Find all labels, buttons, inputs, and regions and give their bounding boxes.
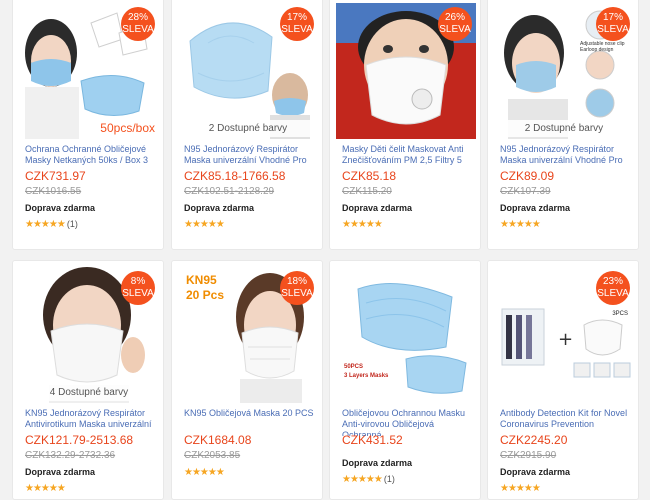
- rating-stars: ★★★★★: [184, 219, 225, 230]
- product-card[interactable]: 26% SLEVA Masky Děti čelit Maskovat Anti …: [329, 0, 481, 250]
- product-title-link[interactable]: Antibody Detection Kit for Novel Coronav…: [500, 408, 632, 436]
- mask-photo: [336, 267, 476, 403]
- discount-badge: 26% SLEVA: [438, 7, 472, 41]
- feature-caption: Adjustable nose clip Earloop design: [580, 41, 625, 53]
- product-grid: 50pcs/box 28% SLEVA Ochrana Ochranné Obli…: [0, 0, 650, 500]
- discount-badge: 17% SLEVA: [280, 7, 314, 41]
- free-shipping-label: Doprava zdarma: [500, 467, 571, 477]
- product-price: CZK2245.20: [500, 433, 568, 447]
- free-shipping-label: Doprava zdarma: [25, 203, 96, 213]
- rating-stars: ★★★★★: [342, 219, 383, 230]
- rating-stars: ★★★★★: [500, 219, 541, 230]
- variants-label: 4 Dostupné barvy: [27, 384, 151, 401]
- product-price: CZK89.09: [500, 169, 555, 183]
- image-caption: 50pcs/box: [100, 121, 155, 135]
- original-price: CZK115.20: [342, 186, 392, 197]
- product-card[interactable]: 4 Dostupné barvy 8% SLEVA KN95 Jednorázov…: [12, 260, 164, 500]
- discount-badge: 28% SLEVA: [121, 7, 155, 41]
- free-shipping-label: Doprava zdarma: [25, 467, 96, 477]
- product-image[interactable]: Adjustable nose clip Earloop design 2 Dos…: [494, 3, 634, 139]
- original-price: CZK132.29-2732.36: [25, 450, 116, 461]
- original-price: CZK2053.85: [184, 450, 241, 461]
- discount-badge: 8% SLEVA: [121, 271, 155, 305]
- original-price: CZK102.51-2128.29: [184, 186, 275, 197]
- product-image[interactable]: + 3PCS 23% SLEVA: [494, 267, 634, 403]
- variants-label: 2 Dostupné barvy: [502, 120, 626, 137]
- review-count: (1): [66, 219, 78, 229]
- free-shipping-label: Doprava zdarma: [500, 203, 571, 213]
- rating-stars: ★★★★★: [25, 483, 66, 494]
- rating-stars: ★★★★★: [500, 483, 541, 494]
- image-caption: KN95 20 Pcs: [186, 273, 225, 302]
- rating-stars: ★★★★★: [184, 467, 225, 478]
- image-caption: 3PCS: [612, 311, 628, 317]
- free-shipping-label: Doprava zdarma: [342, 458, 413, 468]
- original-price: CZK107.39: [500, 186, 551, 197]
- svg-text:+: +: [558, 329, 573, 350]
- product-title-link[interactable]: N95 Jednorázový Respirátor Maska univerz…: [500, 144, 632, 172]
- product-image[interactable]: KN95 20 Pcs 18% SLEVA: [178, 267, 318, 403]
- rating-stars: ★★★★★ (1): [342, 474, 395, 485]
- product-card[interactable]: 50PCS 3 Layers Masks Obličejovou Ochranno…: [329, 260, 481, 500]
- discount-badge: 23% SLEVA: [596, 271, 630, 305]
- review-count: (1): [383, 474, 395, 484]
- original-price: CZK2915.90: [500, 450, 557, 461]
- product-price: CZK431.52: [342, 433, 403, 447]
- product-image[interactable]: 4 Dostupné barvy 8% SLEVA: [19, 267, 159, 403]
- product-card[interactable]: 2 Dostupné barvy 17% SLEVA N95 Jednorázov…: [171, 0, 323, 250]
- product-title-link[interactable]: Ochrana Ochranné Obličejové Masky Netkan…: [25, 144, 157, 172]
- free-shipping-label: Doprava zdarma: [342, 203, 413, 213]
- product-title-link[interactable]: KN95 Jednorázový Respirátor Antivirotiku…: [25, 408, 157, 436]
- product-card[interactable]: KN95 20 Pcs 18% SLEVA KN95 Obličejová Mask…: [171, 260, 323, 500]
- original-price: CZK1016.55: [25, 186, 82, 197]
- product-image[interactable]: 2 Dostupné barvy 17% SLEVA: [178, 3, 318, 139]
- product-image[interactable]: 50PCS 3 Layers Masks: [336, 267, 476, 403]
- product-price: CZK731.97: [25, 169, 86, 183]
- product-title-link[interactable]: KN95 Obličejová Maska 20 PCS: [184, 408, 316, 436]
- product-price: CZK85.18: [342, 169, 397, 183]
- product-image[interactable]: 50pcs/box 28% SLEVA: [19, 3, 159, 139]
- product-price: CZK121.79-2513.68: [25, 433, 134, 447]
- free-shipping-label: Doprava zdarma: [184, 203, 255, 213]
- rating-stars: ★★★★★ (1): [25, 219, 78, 230]
- product-title-link[interactable]: Obličejovou Ochrannou Masku Anti-virovou…: [342, 408, 474, 436]
- product-card[interactable]: Adjustable nose clip Earloop design 2 Dos…: [487, 0, 639, 250]
- discount-badge: 17% SLEVA: [596, 7, 630, 41]
- discount-badge: 18% SLEVA: [280, 271, 314, 305]
- product-price: CZK85.18-1766.58: [184, 169, 286, 183]
- product-image[interactable]: 26% SLEVA: [336, 3, 476, 139]
- product-title-link[interactable]: Masky Děti čelit Maskovat Anti Znečišťov…: [342, 144, 474, 172]
- product-price: CZK1684.08: [184, 433, 252, 447]
- variants-label: 2 Dostupné barvy: [186, 120, 310, 137]
- product-title-link[interactable]: N95 Jednorázový Respirátor Maska univerz…: [184, 144, 316, 172]
- product-card[interactable]: 50pcs/box 28% SLEVA Ochrana Ochranné Obli…: [12, 0, 164, 250]
- product-card[interactable]: + 3PCS 23% SLEVA Antibody Detection Kit f…: [487, 260, 639, 500]
- image-caption: 50PCS 3 Layers Masks: [344, 364, 389, 379]
